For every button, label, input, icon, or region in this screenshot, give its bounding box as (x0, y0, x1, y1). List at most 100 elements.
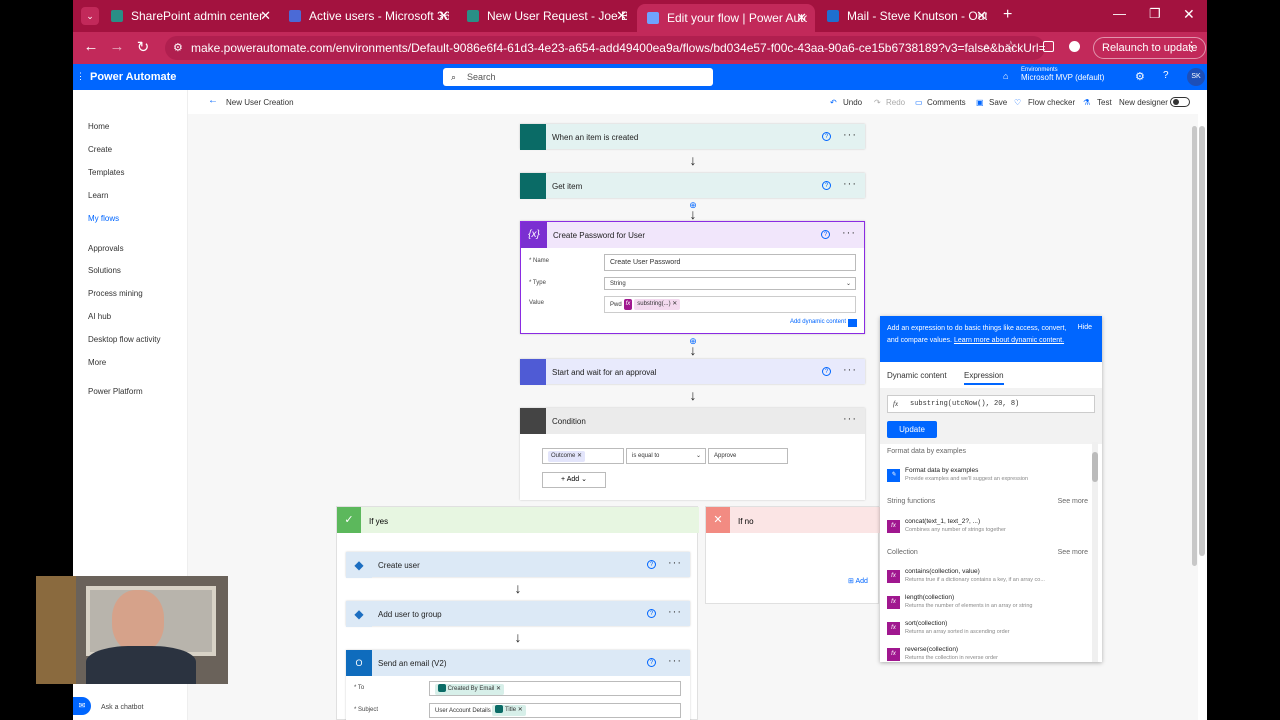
bookmark-star-icon[interactable]: ☆ (1005, 38, 1017, 54)
window-close-icon[interactable]: ✕ (1183, 6, 1195, 23)
panel-scrollbar[interactable] (1092, 442, 1098, 662)
add-to-group-card[interactable]: ◆ Add user to group ? ··· (346, 601, 690, 627)
tab-sharepoint[interactable]: SharePoint admin center ✕ (101, 4, 279, 28)
tab-expression[interactable]: Expression (964, 371, 1004, 385)
test-button[interactable]: Test (1097, 98, 1112, 107)
see-more-string-link[interactable]: See more (1058, 498, 1088, 505)
nav-more[interactable]: More (88, 358, 106, 367)
email-subject-field[interactable]: User Account Details Title ✕ (429, 703, 681, 718)
help-icon[interactable]: ? (647, 609, 656, 618)
condition-card[interactable]: Condition ··· Outcome ✕ is equal to ⌄ Ap… (520, 408, 865, 500)
function-length[interactable]: fx length(collection) Returns the number… (887, 592, 1087, 614)
condition-operator-select[interactable]: is equal to ⌄ (626, 448, 706, 464)
page-scrollbar[interactable] (1199, 126, 1205, 556)
function-concat[interactable]: fx concat(text_1, text_2?, ...) Combines… (887, 516, 1087, 538)
nav-approvals[interactable]: Approvals (88, 244, 124, 253)
nav-solutions[interactable]: Solutions (88, 266, 121, 275)
function-reverse[interactable]: fx reverse(collection) Returns the colle… (887, 644, 1087, 662)
more-options-icon[interactable]: ··· (843, 413, 857, 425)
condition-left-operand[interactable]: Outcome ✕ (542, 448, 624, 464)
more-options-icon[interactable]: ··· (668, 655, 682, 667)
more-options-icon[interactable]: ··· (842, 227, 856, 239)
profile-icon[interactable] (1069, 41, 1080, 52)
tab-outlook[interactable]: Mail - Steve Knutson - Outlook ✕ (817, 4, 995, 28)
minimize-icon[interactable]: — (1113, 6, 1126, 21)
save-button[interactable]: Save (989, 98, 1007, 107)
value-field[interactable]: Pwd fx substring(...) ✕ (604, 296, 856, 313)
close-icon[interactable]: ✕ (260, 8, 271, 24)
add-action-button[interactable]: ⊞ Add (848, 577, 868, 585)
zoom-icon[interactable]: ⌕ (983, 39, 990, 54)
flow-checker-icon[interactable]: ♡ (1014, 98, 1021, 107)
canvas-scrollbar[interactable] (1192, 126, 1197, 566)
email-to-field[interactable]: Created By Email ✕ (429, 681, 681, 696)
type-select[interactable]: String ⌄ (604, 277, 856, 290)
new-tab-icon[interactable]: + (1003, 6, 1012, 24)
more-options-icon[interactable]: ··· (668, 606, 682, 618)
comment-icon[interactable]: ▭ (915, 98, 923, 107)
nav-templates[interactable]: Templates (88, 168, 124, 177)
flow-checker-button[interactable]: Flow checker (1028, 98, 1075, 107)
help-icon[interactable]: ? (647, 560, 656, 569)
back-icon[interactable]: ← (81, 38, 101, 55)
update-button[interactable]: Update (887, 421, 937, 438)
restore-icon[interactable]: ❐ (1149, 6, 1161, 22)
avatar[interactable]: SK (1187, 68, 1205, 86)
more-options-icon[interactable]: ··· (668, 557, 682, 569)
forward-icon[interactable]: → (107, 38, 127, 55)
undo-button[interactable]: Undo (843, 98, 862, 107)
hide-button[interactable]: Hide (1078, 324, 1092, 331)
more-options-icon[interactable]: ··· (843, 178, 857, 190)
nav-learn[interactable]: Learn (88, 191, 108, 200)
function-format-data-by-examples[interactable]: ✎ Format data by examples Provide exampl… (887, 465, 1087, 487)
environment-picker[interactable]: Environments Microsoft MVP (default) (1021, 67, 1104, 82)
close-icon[interactable]: ✕ (438, 8, 449, 24)
tab-new-user-request[interactable]: New User Request - Joe Bloggs ✕ (457, 4, 635, 28)
nav-home[interactable]: Home (88, 122, 109, 131)
tab-search-icon[interactable]: ⌄ (81, 7, 99, 25)
help-icon[interactable]: ? (821, 230, 830, 239)
redo-button[interactable]: Redo (886, 98, 905, 107)
menu-icon[interactable]: ⋮ (1185, 39, 1198, 55)
nav-desktop-flow-activity[interactable]: Desktop flow activity (88, 335, 160, 344)
help-icon[interactable]: ? (822, 132, 831, 141)
undo-icon[interactable]: ↶ (830, 98, 837, 107)
expression-token[interactable]: substring(...) ✕ (634, 298, 681, 310)
help-icon[interactable]: ? (822, 181, 831, 190)
learn-more-link[interactable]: Learn more about dynamic content. (954, 337, 1064, 344)
app-name[interactable]: Power Automate (90, 71, 176, 83)
created-by-email-token[interactable]: Created By Email ✕ (435, 683, 505, 695)
approval-card[interactable]: Start and wait for an approval ? ··· (520, 359, 865, 385)
help-icon[interactable]: ? (1163, 70, 1169, 81)
more-options-icon[interactable]: ··· (843, 129, 857, 141)
tab-edit-flow[interactable]: Edit your flow | Power Automat ✕ (637, 4, 815, 32)
url-input[interactable]: ⚙ make.powerautomate.com/environments/De… (165, 36, 1045, 60)
create-password-card[interactable]: {x} Create Password for User ? ··· * Nam… (520, 221, 865, 334)
nav-process-mining[interactable]: Process mining (88, 289, 143, 298)
add-dynamic-content-link[interactable]: Add dynamic content (790, 319, 846, 325)
tab-active-users[interactable]: Active users - Microsoft 365 ad ✕ (279, 4, 457, 28)
get-item-card[interactable]: Get item ? ··· (520, 173, 865, 199)
nav-create[interactable]: Create (88, 145, 112, 154)
comments-button[interactable]: Comments (927, 98, 966, 107)
add-condition-button[interactable]: + Add ⌄ (542, 472, 606, 488)
see-more-collection-link[interactable]: See more (1058, 549, 1088, 556)
outcome-token[interactable]: Outcome ✕ (548, 450, 586, 462)
close-icon[interactable]: ✕ (796, 10, 807, 26)
reload-icon[interactable]: ↻ (133, 38, 153, 56)
function-contains[interactable]: fx contains(collection, value) Returns t… (887, 566, 1087, 588)
trigger-card[interactable]: When an item is created ? ··· (520, 124, 865, 150)
expression-input[interactable]: fx substring(utcNow(), 20, 8) (887, 395, 1095, 413)
test-icon[interactable]: ⚗ (1083, 98, 1090, 107)
help-icon[interactable]: ? (647, 658, 656, 667)
redo-icon[interactable]: ↷ (874, 98, 881, 107)
settings-gear-icon[interactable]: ⚙ (1135, 70, 1145, 83)
search-input[interactable]: ⌕ Search (443, 68, 713, 86)
save-icon[interactable]: ▣ (976, 98, 984, 107)
tab-dynamic-content[interactable]: Dynamic content (887, 371, 947, 380)
dynamic-content-icon[interactable] (848, 319, 857, 327)
split-view-icon[interactable] (1043, 41, 1054, 52)
app-launcher-icon[interactable]: ⋮ (76, 71, 85, 82)
nav-ai-hub[interactable]: AI hub (88, 312, 111, 321)
site-info-icon[interactable]: ⚙ (173, 36, 183, 60)
